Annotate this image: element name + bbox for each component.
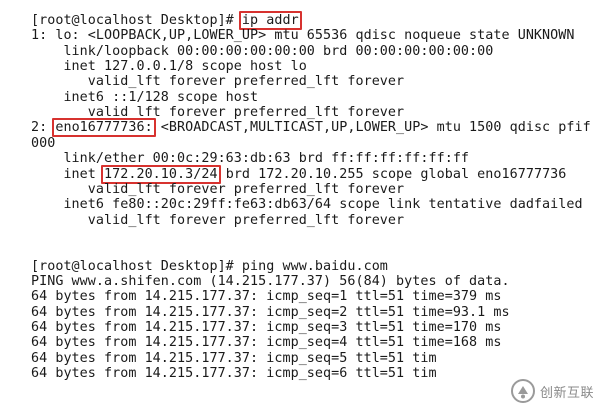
brand-logo-icon xyxy=(510,379,535,403)
line-text: 64 bytes from 14.215.177.37: icmp_seq=6 … xyxy=(31,366,437,382)
line-text: 64 bytes from 14.215.177.37: icmp_seq=3 … xyxy=(31,320,502,335)
line-text: valid_lft forever preferred_lft forever xyxy=(31,181,405,197)
terminal-line: PING www.a.shifen.com (14.215.177.37) 56… xyxy=(31,274,510,289)
line-text: inet6 ::1/128 scope host xyxy=(31,89,259,105)
terminal-line: 64 bytes from 14.215.177.37: icmp_seq=6 … xyxy=(31,366,437,381)
line-text: link/loopback 00:00:00:00:00:00 brd 00:0… xyxy=(31,43,494,59)
terminal-line: 000 xyxy=(31,136,55,151)
terminal-line: [root@localhost Desktop]# ping www.baidu… xyxy=(31,259,388,274)
terminal-line: 64 bytes from 14.215.177.37: icmp_seq=1 … xyxy=(31,289,502,304)
line-text: 64 bytes from 14.215.177.37: icmp_seq=4 … xyxy=(31,335,502,351)
line-text: <BROADCAST,MULTICAST,UP,LOWER_UP> mtu 15… xyxy=(152,120,591,136)
line-text: valid_lft forever preferred_lft forever xyxy=(31,74,405,90)
line-text: link/ether 00:0c:29:63:db:63 brd ff:ff:f… xyxy=(31,151,470,167)
terminal-line: 64 bytes from 14.215.177.37: icmp_seq=2 … xyxy=(31,305,510,320)
terminal-line: valid_lft forever preferred_lft forever xyxy=(31,74,404,89)
highlighted-text: eno16777736: xyxy=(52,118,156,138)
terminal-line: valid_lft forever preferred_lft forever xyxy=(31,213,404,228)
terminal-line: 2: eno16777736: <BROADCAST,MULTICAST,UP,… xyxy=(31,118,591,138)
watermark-text: 创新互联 xyxy=(539,385,594,401)
terminal-line: inet6 ::1/128 scope host xyxy=(31,90,258,105)
terminal-line: 64 bytes from 14.215.177.37: icmp_seq=4 … xyxy=(31,335,502,350)
terminal-line: [root@localhost Desktop]# ip addr xyxy=(31,11,302,30)
line-text: valid_lft forever preferred_lft forever xyxy=(31,212,405,228)
line-text: inet 127.0.0.1/8 scope host lo xyxy=(31,59,307,75)
line-text: [root@localhost Desktop]# xyxy=(31,13,242,28)
watermark: 创新互联 xyxy=(509,377,594,405)
highlighted-text: ip addr xyxy=(238,11,302,30)
line-text: [root@localhost Desktop]# ping www.baidu… xyxy=(31,258,388,274)
line-text: inet6 fe80::20c:29ff:fe63:db63/64 scope … xyxy=(31,197,583,213)
highlighted-text: 172.20.10.3/24 xyxy=(101,164,221,184)
terminal-line: link/loopback 00:00:00:00:00:00 brd 00:0… xyxy=(31,44,493,59)
terminal-line: 64 bytes from 14.215.177.37: icmp_seq=3 … xyxy=(31,320,502,335)
terminal-line: inet 127.0.0.1/8 scope host lo xyxy=(31,59,307,74)
terminal-line: inet 172.20.10.3/24 brd 172.20.10.255 sc… xyxy=(31,164,567,184)
terminal-line: 1: lo: <LOOPBACK,UP,LOWER_UP> mtu 65536 … xyxy=(31,28,575,43)
terminal-line: link/ether 00:0c:29:63:db:63 brd ff:ff:f… xyxy=(31,151,469,166)
terminal-line: 64 bytes from 14.215.177.37: icmp_seq=5 … xyxy=(31,351,437,366)
terminal-line: inet6 fe80::20c:29ff:fe63:db63/64 scope … xyxy=(31,197,583,212)
line-text: 64 bytes from 14.215.177.37: icmp_seq=1 … xyxy=(31,289,502,305)
terminal-line: valid_lft forever preferred_lft forever xyxy=(31,182,404,197)
line-text: inet xyxy=(31,166,105,182)
terminal-window[interactable]: [root@localhost Desktop]# ip addr 1: lo: … xyxy=(0,0,600,411)
line-text: brd 172.20.10.255 scope global eno167777… xyxy=(217,166,567,182)
line-text: PING www.a.shifen.com (14.215.177.37) 56… xyxy=(31,273,510,289)
line-text: 64 bytes from 14.215.177.37: icmp_seq=5 … xyxy=(31,350,437,366)
line-text: 000 xyxy=(31,135,56,151)
line-text: 1: lo: <LOOPBACK,UP,LOWER_UP> mtu 65536 … xyxy=(31,28,575,44)
line-text: 64 bytes from 14.215.177.37: icmp_seq=2 … xyxy=(31,304,510,320)
